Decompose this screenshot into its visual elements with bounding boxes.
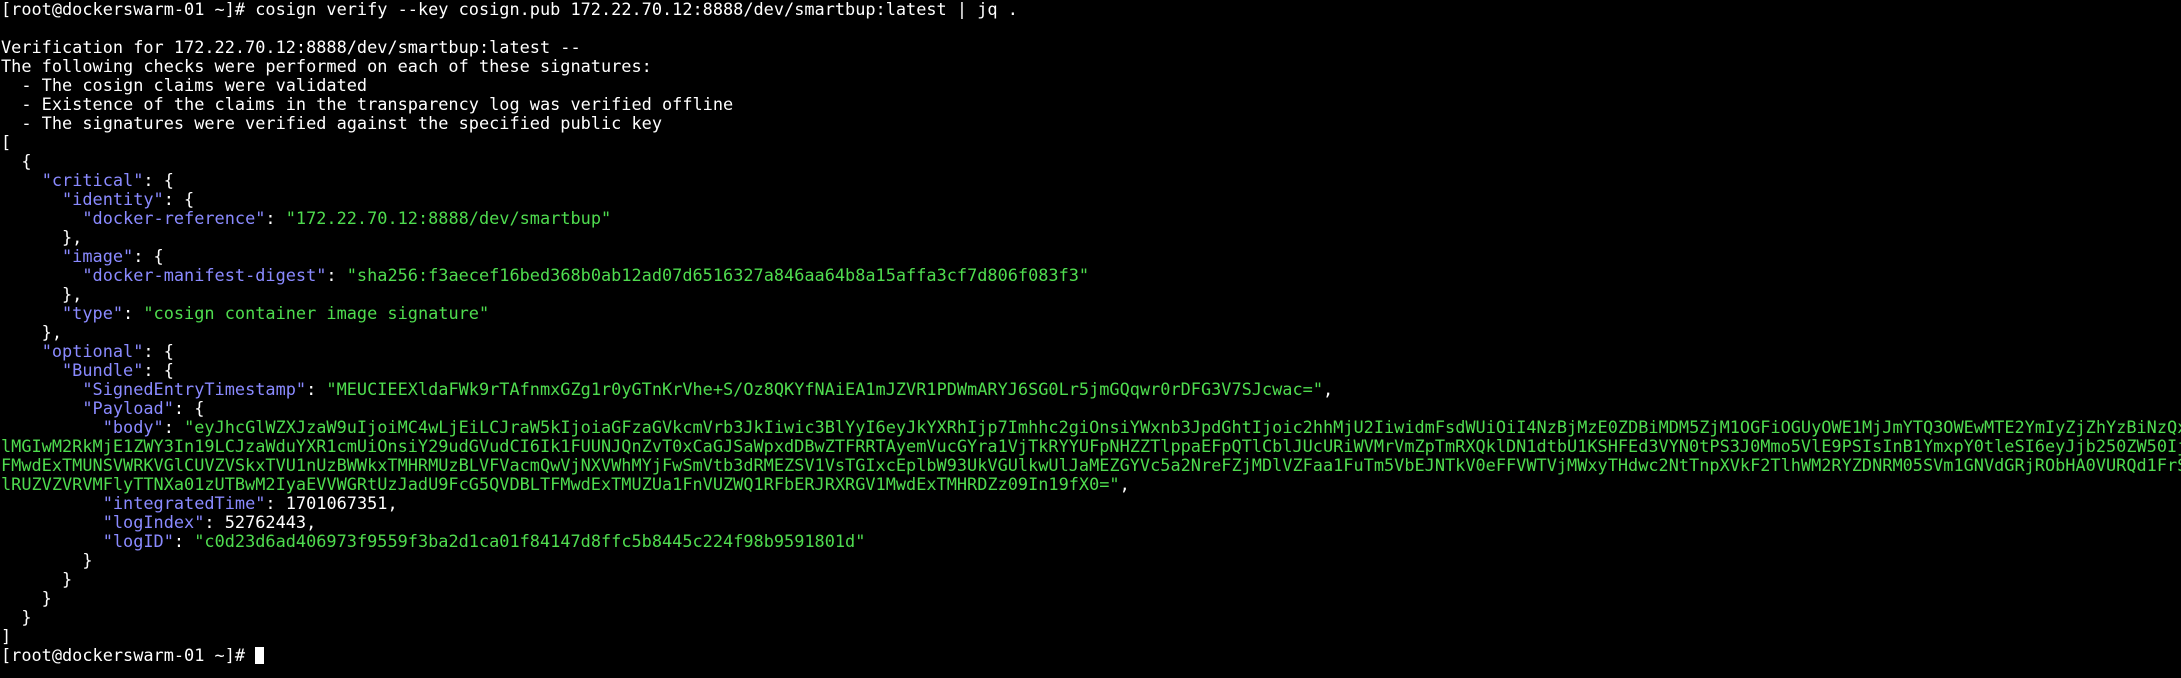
json-string: lMGIwM2RkMjE1ZWY3In19LCJzaWduYXR1cmUiOns… [1, 437, 2181, 456]
json-string: "cosign container image signature" [143, 304, 490, 323]
json-key: "docker-manifest-digest" [82, 266, 327, 285]
json-string: "c0d23d6ad406973f9559f3ba2d1ca01f84147d8… [194, 532, 866, 551]
json-line: "Payload": { [82, 399, 205, 418]
json-string: "172.22.70.12:8888/dev/smartbup" [285, 209, 612, 228]
terminal-window[interactable]: [root@dockerswarm-01 ~]# cosign verify -… [0, 0, 2181, 678]
json-line: }, [1, 285, 83, 304]
json-line: ] [1, 627, 12, 646]
json-line: "critical": { [41, 171, 174, 190]
json-key: "optional" [41, 342, 144, 361]
json-line: "logIndex": 52762443, [102, 513, 317, 532]
check-item: - Existence of the claims in the transpa… [1, 95, 734, 114]
json-key: "identity" [62, 190, 164, 209]
command-text: cosign verify --key cosign.pub 172.22.70… [255, 0, 1018, 19]
verification-header: Verification for 172.22.70.12:8888/dev/s… [1, 38, 581, 57]
json-line: } [1, 608, 32, 627]
json-line: "integratedTime": 1701067351, [102, 494, 398, 513]
json-line: "image": { [62, 247, 164, 266]
json-key: "body" [102, 418, 164, 437]
json-line: "optional": { [41, 342, 174, 361]
check-item: - The cosign claims were validated [1, 76, 368, 95]
json-string: "sha256:f3aecef16bed368b0ab12ad07d651632… [346, 266, 1090, 285]
json-string: lRUZVZVRVMFlyTTNXa01zUTBwM2IyaEVVWGRtUzJ… [1, 475, 1120, 494]
checks-intro: The following checks were performed on e… [1, 57, 652, 76]
json-line: "docker-manifest-digest": "sha256:f3aece… [82, 266, 1090, 285]
json-line: { [1, 152, 32, 171]
prompt-line[interactable]: [root@dockerswarm-01 ~]# [1, 646, 2181, 665]
json-string: "MEUCIEEXldaFWk9rTAfnmxGZg1r0yGTnKrVhe+S… [326, 380, 1323, 399]
json-string: FMwdExTMUNSVWRKVGlCUVZVSkxTVU1nUzBWWkxTM… [1, 456, 2181, 475]
json-line: } [1, 570, 73, 589]
json-number: 1701067351 [285, 494, 388, 513]
json-line: "body": "eyJhcGlWZXJzaW9uIjoiMC4wLjEiLCJ… [1, 418, 2181, 437]
json-line-wrap: FMwdExTMUNSVWRKVGlCUVZVSkxTVU1nUzBWWkxTM… [1, 456, 2181, 475]
json-line: "Bundle": { [62, 361, 174, 380]
json-key: "integratedTime" [102, 494, 266, 513]
shell-prompt: [root@dockerswarm-01 ~]# [1, 646, 256, 665]
json-key: "SignedEntryTimestamp" [82, 380, 307, 399]
json-line-wrap: lMGIwM2RkMjE1ZWY3In19LCJzaWduYXR1cmUiOns… [1, 437, 2181, 456]
check-item: - The signatures were verified against t… [1, 114, 662, 133]
json-line-wrap: lRUZVZVRVMFlyTTNXa01zUTBwM2IyaEVVWGRtUzJ… [1, 475, 1130, 494]
json-line: }, [1, 228, 83, 247]
json-key: "Bundle" [62, 361, 144, 380]
json-line: [ [1, 133, 12, 152]
json-line: }, [1, 323, 63, 342]
json-key: "logID" [102, 532, 174, 551]
json-line: "type": "cosign container image signatur… [62, 304, 490, 323]
json-line: "docker-reference": "172.22.70.12:8888/d… [82, 209, 612, 228]
json-line: "identity": { [62, 190, 195, 209]
json-line: } [1, 589, 52, 608]
text-cursor [255, 647, 265, 664]
json-key: "docker-reference" [82, 209, 266, 228]
json-line: "SignedEntryTimestamp": "MEUCIEEXldaFWk9… [82, 380, 1334, 399]
json-number: 52762443 [224, 513, 307, 532]
json-key: "logIndex" [102, 513, 205, 532]
json-line: "logID": "c0d23d6ad406973f9559f3ba2d1ca0… [102, 532, 866, 551]
json-key: "image" [62, 247, 134, 266]
shell-prompt: [root@dockerswarm-01 ~]# [1, 0, 256, 19]
json-key: "Payload" [82, 399, 174, 418]
json-key: "type" [62, 304, 124, 323]
json-key: "critical" [41, 171, 144, 190]
json-line: } [1, 551, 93, 570]
command-line: [root@dockerswarm-01 ~]# cosign verify -… [1, 0, 2181, 19]
json-string: "eyJhcGlWZXJzaW9uIjoiMC4wLjEiLCJraW5kIjo… [184, 418, 2181, 437]
